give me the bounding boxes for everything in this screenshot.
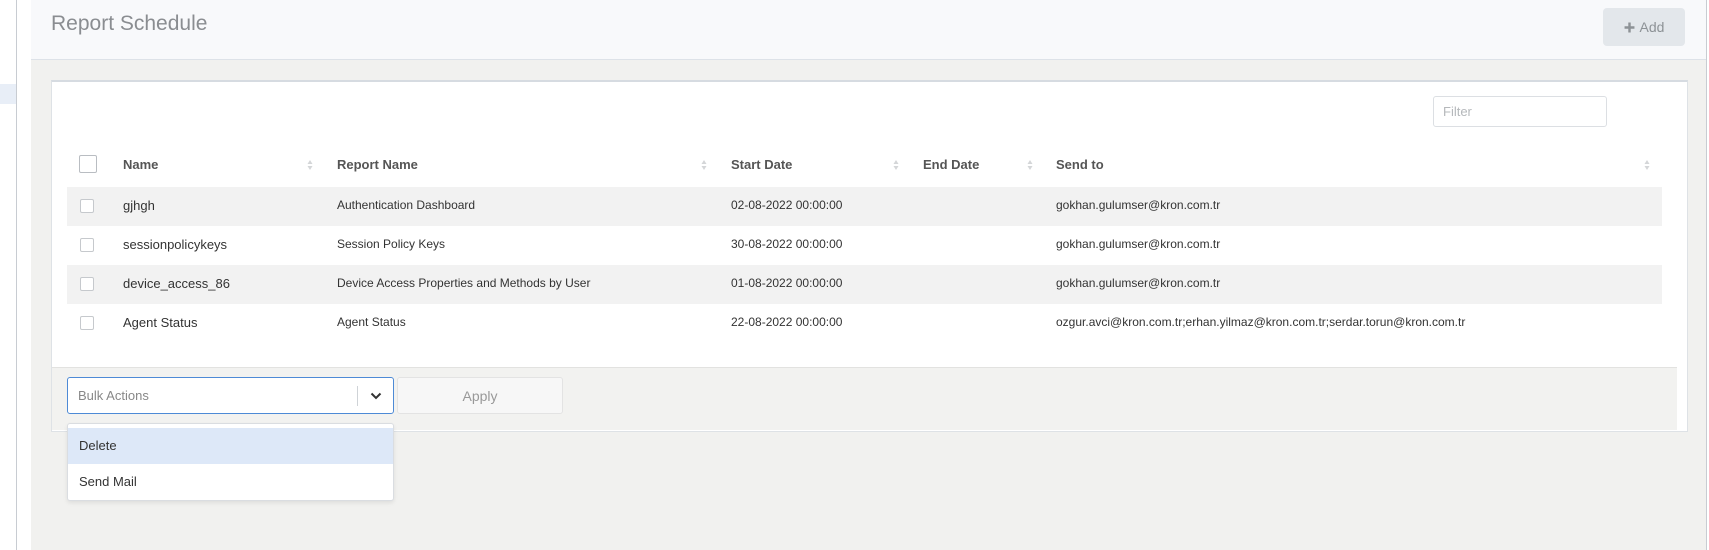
chevron-down-icon[interactable] [369,389,383,403]
cell-send-to: gokhan.gulumser@kron.com.tr [1056,237,1221,251]
sort-icon[interactable] [1027,159,1033,171]
cell-start-date: 30-08-2022 00:00:00 [731,237,843,251]
apply-button[interactable]: Apply [397,377,563,414]
cell-report-name: Agent Status [337,315,406,329]
cell-start-date: 22-08-2022 00:00:00 [731,315,843,329]
add-button-label: Add [1639,19,1665,35]
sidebar-divider [16,0,17,550]
table-row[interactable]: Agent Status Agent Status 22-08-2022 00:… [67,304,1662,343]
sort-icon[interactable] [1644,159,1650,171]
table-row[interactable]: sessionpolicykeys Session Policy Keys 30… [67,226,1662,265]
bulk-actions-placeholder: Bulk Actions [78,388,149,403]
filter-input[interactable] [1433,96,1607,127]
left-sidebar-highlight [0,84,16,104]
cell-report-name: Device Access Properties and Methods by … [337,276,591,290]
cell-name: gjhgh [123,198,155,213]
cell-report-name: Session Policy Keys [337,237,446,251]
column-header-start-date[interactable]: Start Date [731,157,792,172]
sort-icon[interactable] [307,159,313,171]
row-checkbox[interactable] [80,277,94,291]
row-checkbox[interactable] [80,199,94,213]
row-checkbox[interactable] [80,238,94,252]
column-header-end-date[interactable]: End Date [923,157,979,172]
cell-report-name: Authentication Dashboard [337,198,476,212]
select-separator [357,386,358,406]
page-title: Report Schedule [51,12,208,35]
cell-name: Agent Status [123,315,198,330]
menu-item-delete[interactable]: Delete [68,428,393,464]
cell-start-date: 02-08-2022 00:00:00 [731,198,843,212]
bulk-actions-menu: Delete Send Mail [67,423,394,501]
cell-send-to: ozgur.avci@kron.com.tr;erhan.yilmaz@kron… [1056,315,1466,329]
sort-icon[interactable] [701,159,707,171]
column-header-report-name[interactable]: Report Name [337,157,418,172]
right-divider [1706,0,1707,550]
select-all-checkbox[interactable] [79,155,97,173]
bulk-actions-select[interactable]: Bulk Actions [67,377,394,414]
sort-icon[interactable] [893,159,899,171]
row-checkbox[interactable] [80,316,94,330]
menu-item-send-mail[interactable]: Send Mail [68,464,393,500]
table-row[interactable]: device_access_86 Device Access Propertie… [67,265,1662,304]
column-header-send-to[interactable]: Send to [1056,157,1104,172]
plus-icon [1624,22,1634,32]
add-button[interactable]: Add [1603,8,1685,46]
column-header-name[interactable]: Name [123,157,158,172]
page-header: Report Schedule Add [31,0,1706,60]
cell-start-date: 01-08-2022 00:00:00 [731,276,843,290]
table-row[interactable]: gjhgh Authentication Dashboard 02-08-202… [67,187,1662,226]
cell-send-to: gokhan.gulumser@kron.com.tr [1056,198,1221,212]
cell-send-to: gokhan.gulumser@kron.com.tr [1056,276,1221,290]
cell-name: device_access_86 [123,276,230,291]
cell-name: sessionpolicykeys [123,237,228,252]
left-sidebar-edge [0,0,16,550]
